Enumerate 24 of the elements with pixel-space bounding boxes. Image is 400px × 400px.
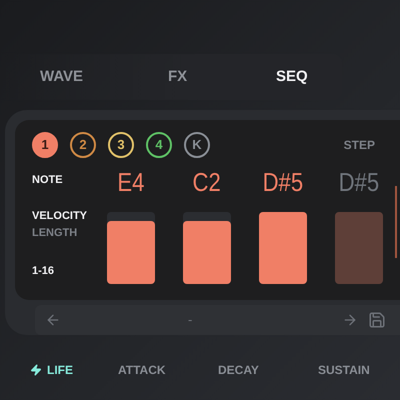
channel-button[interactable]: K [184,132,210,158]
pager-value: - [188,312,192,328]
channel-button[interactable]: 2 [70,132,96,158]
envelope-tab[interactable]: ATTACK [118,363,166,378]
row-label[interactable]: VELOCITY [32,210,107,222]
channel-button[interactable]: 1 [32,132,58,158]
row-label: NOTE [32,174,64,186]
note-label: D#5 [262,166,304,198]
save-icon[interactable] [368,310,386,329]
row-label[interactable]: LENGTH [32,226,107,239]
tab[interactable]: FX [168,68,188,86]
channel-button[interactable]: 3 [108,132,134,158]
note-label: C2 [192,166,222,198]
row-label: 1-16 [32,264,56,277]
tab[interactable]: SEQ [276,68,308,86]
note-label: E4 [117,166,145,198]
envelope-tab[interactable]: DECAY [218,363,259,378]
channel-button[interactable]: 4 [146,132,172,158]
note-label: D#5 [338,166,380,198]
envelope-tab[interactable]: LIFE [30,363,73,378]
envelope-tab[interactable]: SUSTAIN [318,363,370,378]
tab[interactable]: WAVE [40,68,84,86]
step-label: STEP [344,138,375,152]
bolt-icon [30,364,42,376]
